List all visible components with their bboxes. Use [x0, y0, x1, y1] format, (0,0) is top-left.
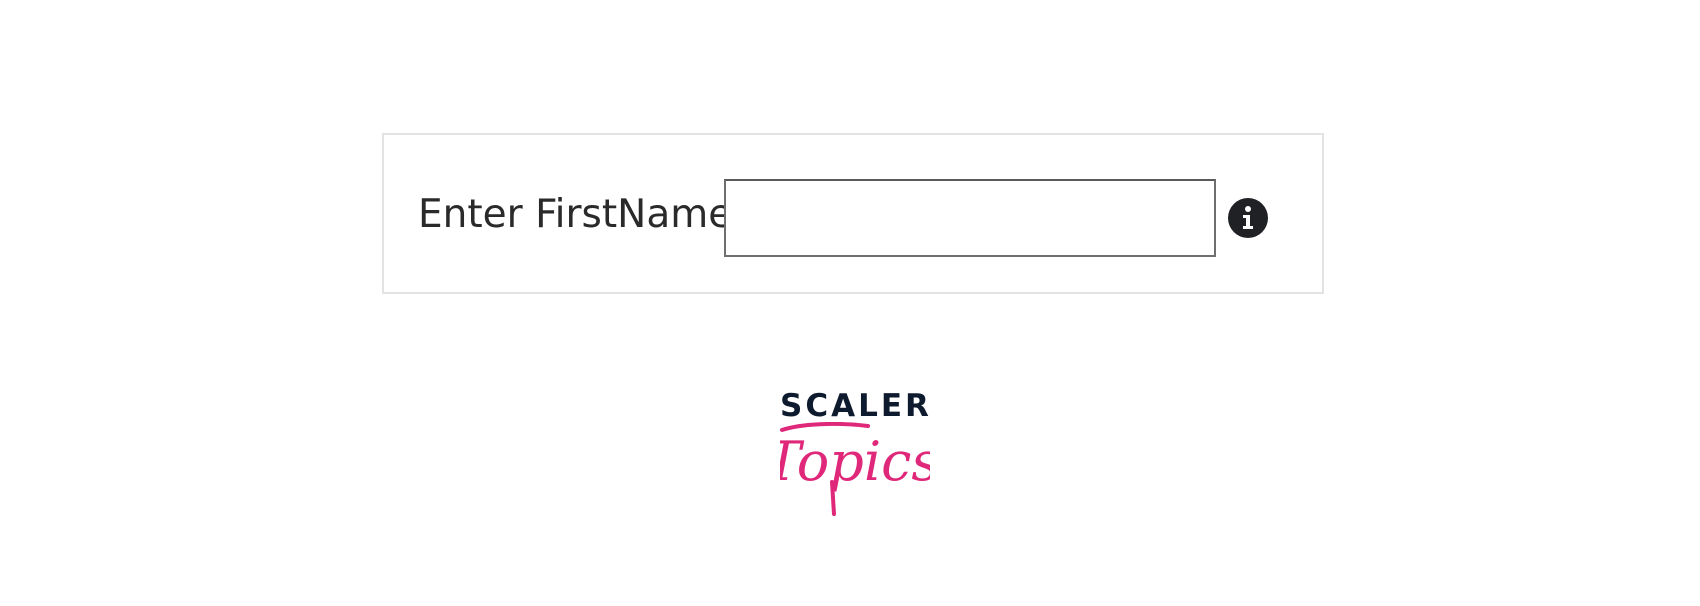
- form-card: Enter FirstName: [382, 133, 1324, 294]
- scaler-topics-logo: SCALER Topics: [780, 388, 930, 516]
- firstname-input[interactable]: [724, 179, 1216, 257]
- info-icon[interactable]: [1227, 197, 1269, 239]
- logo-topics-script: Topics: [780, 422, 930, 516]
- info-icon-graphic: [1228, 198, 1268, 238]
- logo-topics-text: Topics: [780, 430, 930, 493]
- firstname-label: Enter FirstName: [418, 192, 733, 237]
- logo-scaler-text: SCALER: [780, 388, 932, 424]
